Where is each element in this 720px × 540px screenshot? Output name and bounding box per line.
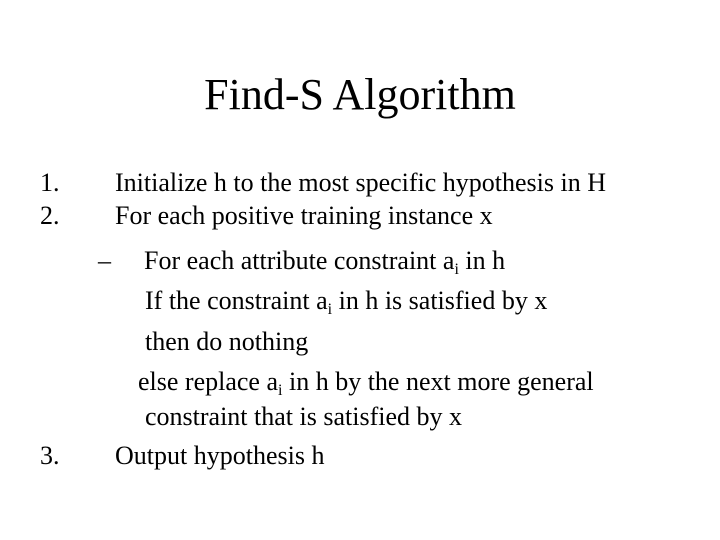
then-line: then do nothing — [145, 327, 309, 356]
text-segment: in h by the next more general — [282, 367, 594, 396]
text-segment: in h is satisfied by x — [332, 286, 548, 315]
step-text: For each positive training instance x — [115, 201, 493, 230]
step-number: 2. — [40, 201, 60, 230]
sub-bullet-text: For each attribute constraint ai in h — [144, 246, 506, 278]
step-text: Output hypothesis h — [115, 441, 325, 470]
condition-line: If the constraint ai in h is satisfied b… — [145, 286, 548, 318]
text-segment: For each attribute constraint a — [144, 246, 455, 275]
else-line: else replace ai in h by the next more ge… — [138, 367, 594, 399]
step-text: Initialize h to the most specific hypoth… — [115, 168, 607, 197]
slide: Find-S Algorithm 1. Initialize h to the … — [0, 0, 720, 540]
dash-bullet: – — [98, 246, 111, 275]
text-segment: If the constraint a — [145, 286, 328, 315]
text-segment: else replace a — [138, 367, 279, 396]
step-number: 3. — [40, 441, 60, 470]
step-number: 1. — [40, 168, 60, 197]
slide-title: Find-S Algorithm — [204, 70, 516, 119]
else-continuation-line: constraint that is satisfied by x — [145, 402, 463, 431]
text-segment: in h — [458, 246, 506, 275]
